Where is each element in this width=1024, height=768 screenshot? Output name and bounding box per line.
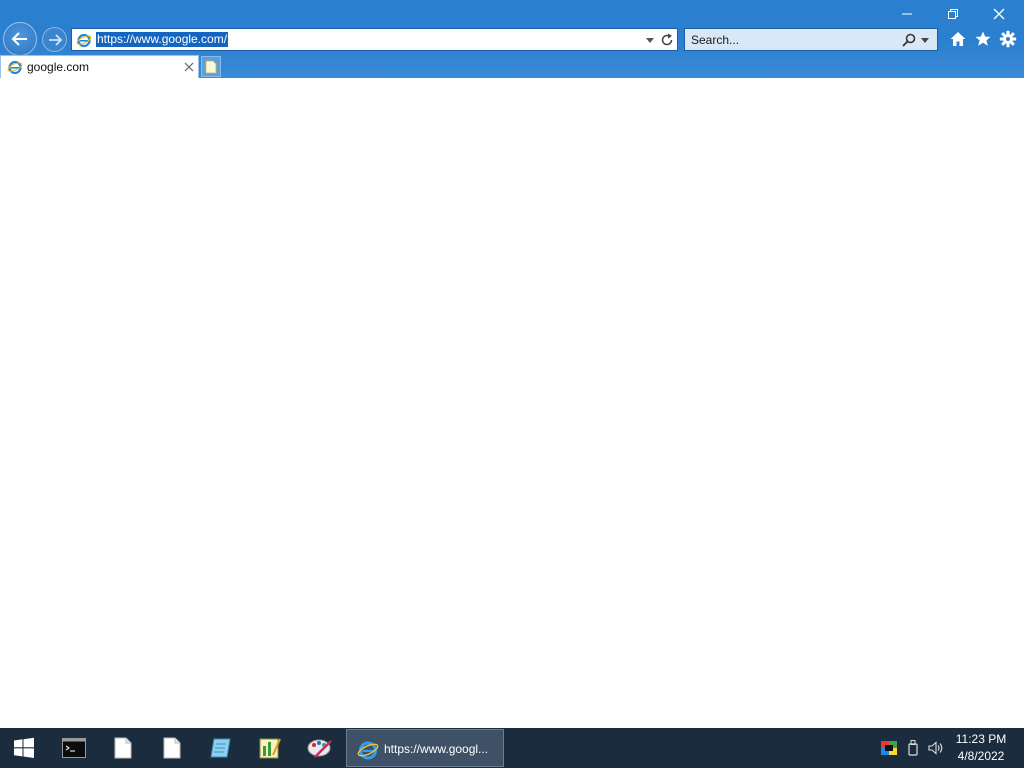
- restore-button[interactable]: [930, 0, 976, 28]
- settings-gear-icon[interactable]: [999, 30, 1017, 48]
- taskbar-spreadsheet[interactable]: [246, 728, 294, 768]
- chevron-down-icon[interactable]: [920, 35, 930, 45]
- search-icon[interactable]: [901, 32, 917, 48]
- arrow-left-icon: [11, 32, 27, 46]
- search-input[interactable]: Search...: [691, 33, 739, 47]
- close-tab-icon[interactable]: [183, 61, 195, 73]
- ie-logo-icon: [7, 60, 23, 75]
- taskbar: https://www.googl... 11:23 PM 4/8/2022: [0, 728, 1024, 768]
- chevron-down-icon[interactable]: [644, 34, 656, 46]
- tab-title: google.com: [27, 60, 90, 74]
- restore-icon: [948, 9, 958, 19]
- forward-button[interactable]: [42, 27, 67, 52]
- ie-logo-icon: [357, 741, 379, 760]
- system-clock[interactable]: 11:23 PM 4/8/2022: [950, 731, 1012, 765]
- clock-date: 4/8/2022: [957, 749, 1005, 763]
- taskbar-document-1[interactable]: [99, 728, 147, 768]
- ie-logo-icon: [76, 33, 92, 48]
- close-window-button[interactable]: [976, 0, 1022, 28]
- notepad-icon: [210, 738, 231, 758]
- tab-google[interactable]: google.com: [0, 55, 199, 78]
- usb-device-icon[interactable]: [905, 740, 921, 756]
- new-tab-icon: [205, 60, 217, 73]
- taskbar-window-label: https://www.googl...: [384, 742, 489, 756]
- new-tab-button[interactable]: [201, 56, 221, 77]
- taskbar-paint[interactable]: [296, 728, 344, 768]
- minimize-icon: [902, 13, 912, 15]
- search-box[interactable]: Search...: [684, 28, 938, 51]
- start-windows-icon: [14, 737, 34, 758]
- taskbar-internet-explorer[interactable]: https://www.googl...: [346, 729, 504, 767]
- back-button[interactable]: [3, 22, 37, 56]
- address-bar[interactable]: https://www.google.com/: [71, 28, 678, 51]
- document-icon: [114, 737, 132, 759]
- color-display-icon[interactable]: [881, 740, 897, 756]
- document-icon: [163, 737, 181, 759]
- browser-chrome: https://www.google.com/ Search... google…: [0, 0, 1024, 78]
- start-button[interactable]: [0, 728, 48, 768]
- address-url-text[interactable]: https://www.google.com/: [96, 32, 229, 47]
- minimize-button[interactable]: [884, 0, 930, 28]
- home-icon[interactable]: [949, 30, 967, 48]
- arrow-right-icon: [48, 33, 62, 46]
- close-icon: [993, 8, 1005, 20]
- taskbar-document-2[interactable]: [148, 728, 196, 768]
- taskbar-notepad[interactable]: [197, 728, 245, 768]
- taskbar-command-prompt[interactable]: [50, 728, 98, 768]
- refresh-icon[interactable]: [659, 32, 675, 48]
- favorites-star-icon[interactable]: [974, 30, 992, 48]
- page-content-area[interactable]: [0, 78, 1024, 728]
- paint-icon: [307, 739, 332, 758]
- spreadsheet-icon: [259, 738, 281, 759]
- command-prompt-icon: [62, 738, 86, 758]
- clock-time: 11:23 PM: [955, 732, 1007, 746]
- volume-icon[interactable]: [928, 740, 944, 756]
